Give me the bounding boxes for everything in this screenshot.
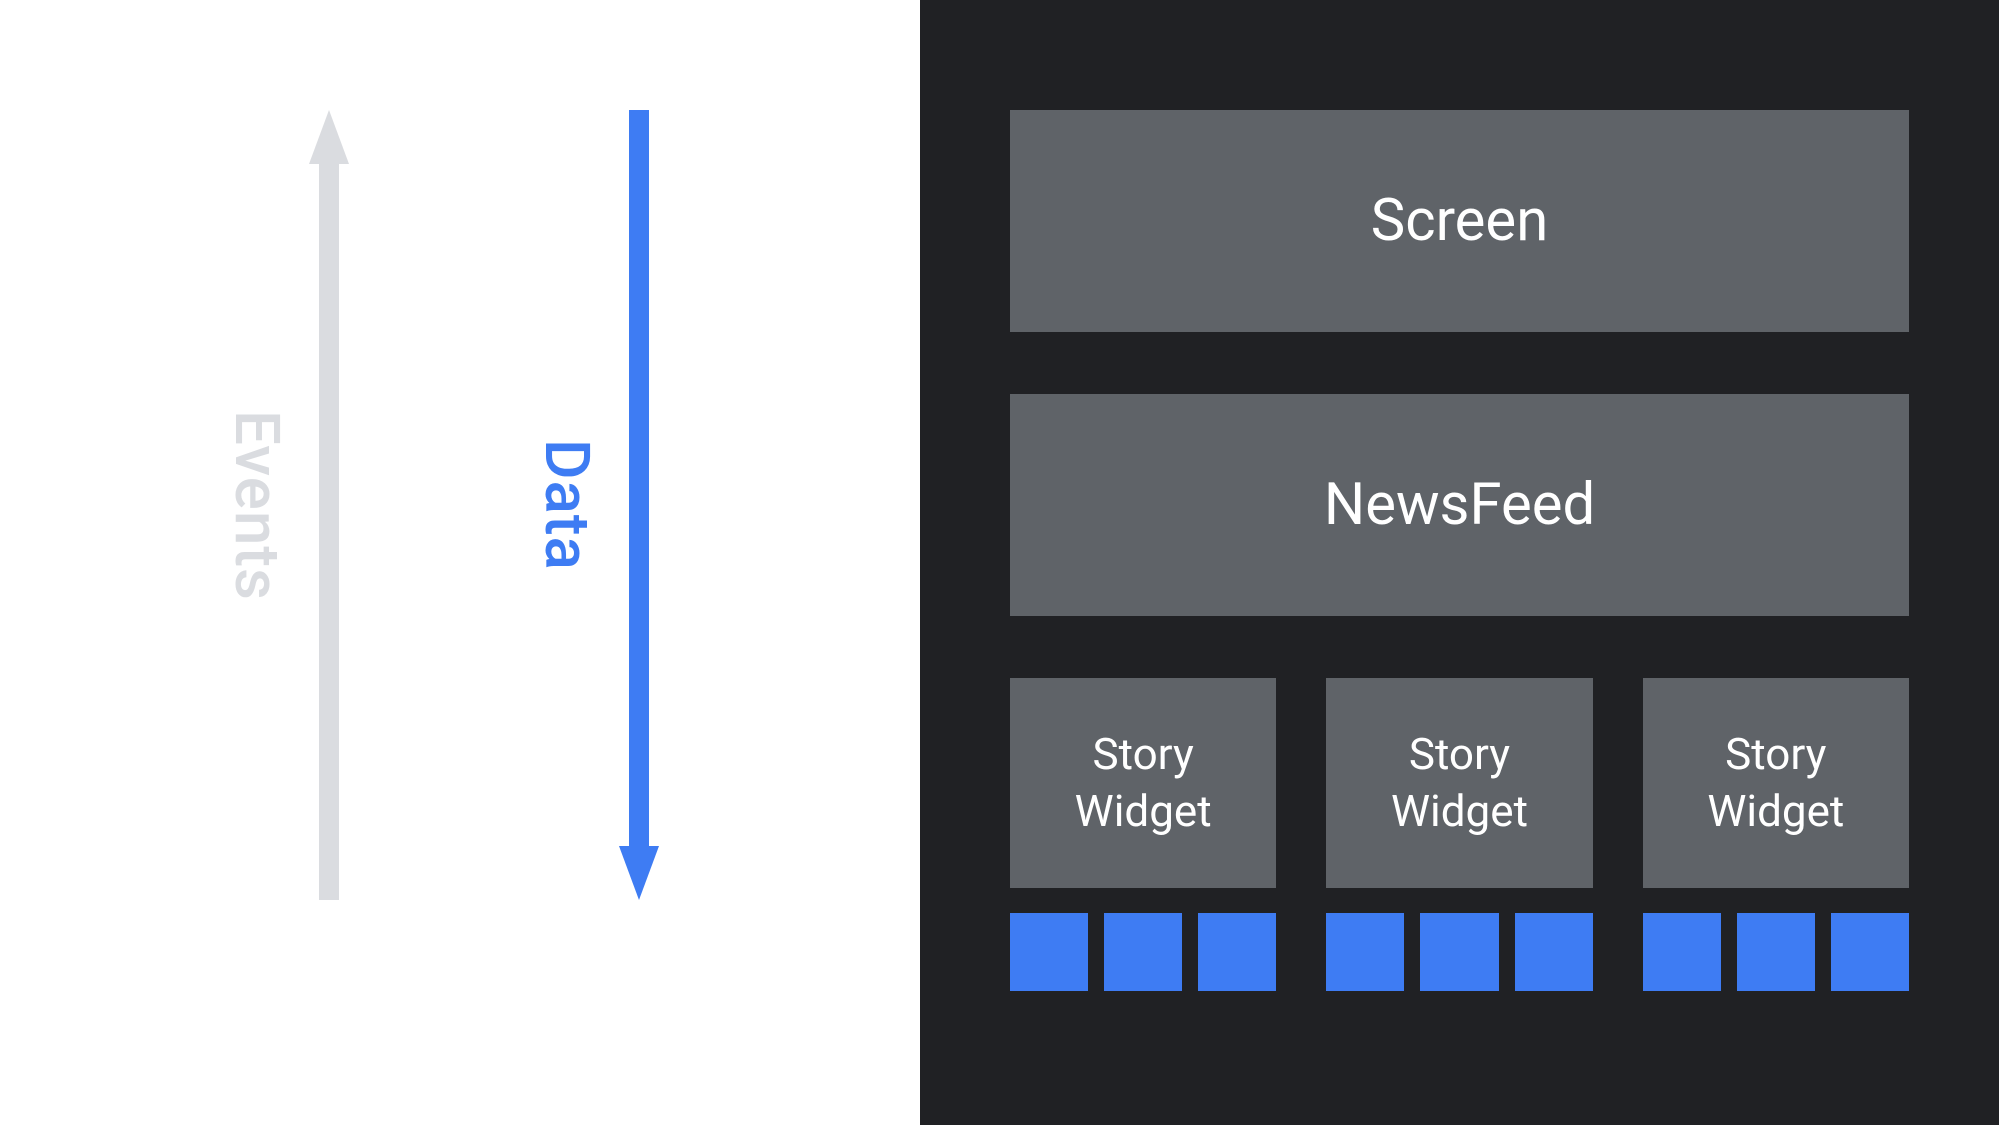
chip [1737, 913, 1815, 991]
arrow-up-icon [305, 110, 353, 900]
data-label: Data [530, 439, 603, 571]
arrow-down-icon [615, 110, 663, 900]
screen-box: Screen [1010, 110, 1909, 332]
widget-label: Story Widget [1653, 726, 1899, 840]
widgets-row: Story Widget Story Widget Story Widget [1010, 678, 1909, 888]
chip [1643, 913, 1721, 991]
chip [1104, 913, 1182, 991]
chips-row [1010, 913, 1909, 991]
chip-group [1010, 913, 1276, 991]
chip [1010, 913, 1088, 991]
chip [1831, 913, 1909, 991]
left-panel: Events Data [0, 0, 920, 1125]
events-flow: Events [220, 110, 353, 900]
widget-label: Story Widget [1336, 726, 1582, 840]
chip [1420, 913, 1498, 991]
chip [1198, 913, 1276, 991]
events-label: Events [220, 410, 293, 601]
story-widget-box: Story Widget [1010, 678, 1276, 888]
right-panel: Screen NewsFeed Story Widget Story Widge… [920, 0, 1999, 1125]
newsfeed-label: NewsFeed [1324, 471, 1595, 539]
screen-label: Screen [1371, 187, 1548, 255]
chip [1326, 913, 1404, 991]
chip [1515, 913, 1593, 991]
data-flow: Data [530, 110, 663, 900]
newsfeed-box: NewsFeed [1010, 394, 1909, 616]
chip-group [1643, 913, 1909, 991]
widget-label: Story Widget [1020, 726, 1266, 840]
story-widget-box: Story Widget [1326, 678, 1592, 888]
story-widget-box: Story Widget [1643, 678, 1909, 888]
chip-group [1326, 913, 1592, 991]
